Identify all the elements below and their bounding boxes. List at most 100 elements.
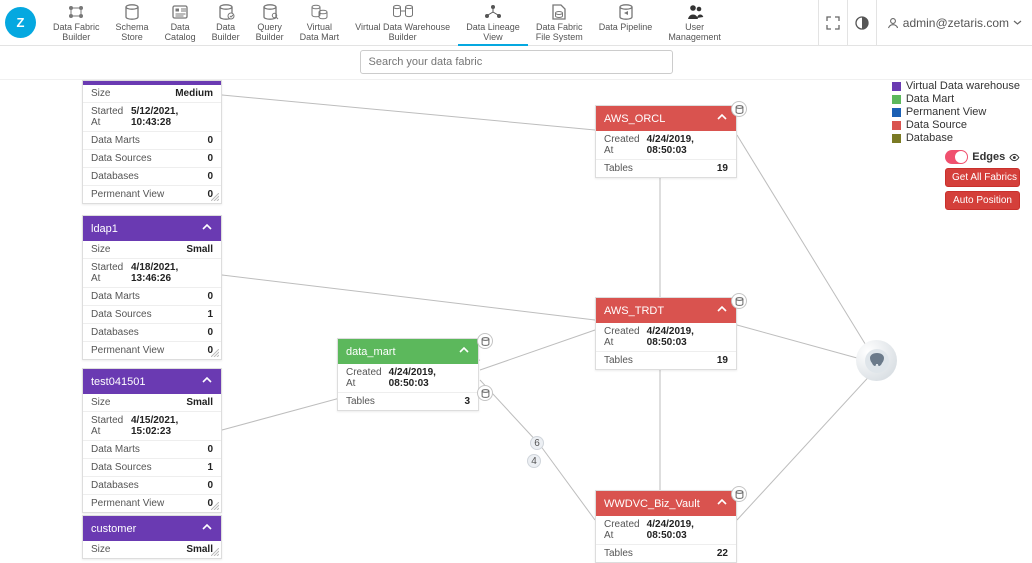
node-data-source[interactable]: WWDVC_Biz_VaultCreated At4/24/2019, 08:5… <box>595 490 737 563</box>
collapse-icon[interactable] <box>458 344 470 359</box>
nav-icon <box>536 2 583 22</box>
lineage-canvas[interactable]: Virtual Data warehouseData MartPermanent… <box>0 80 1032 557</box>
nav-item[interactable]: Data Pipeline <box>591 0 661 46</box>
node-header[interactable]: data_mart <box>338 339 478 364</box>
node-data-source[interactable]: AWS_ORCLCreated At4/24/2019, 08:50:03Tab… <box>595 105 737 178</box>
node-title: data_mart <box>346 346 396 358</box>
node-data-mart[interactable]: data_mart Created At4/24/2019, 08:50:03 … <box>337 338 479 411</box>
row-value: 4/15/2021, 15:02:23 <box>131 415 213 437</box>
node-virtual-warehouse[interactable]: customerSizeSmall <box>82 515 222 559</box>
db-handle-icon[interactable] <box>731 101 747 117</box>
node-virtual-warehouse[interactable]: ldap1SizeSmallStarted At4/18/2021, 13:46… <box>82 215 222 360</box>
nav-item[interactable]: QueryBuilder <box>248 0 292 46</box>
collapse-icon[interactable] <box>716 111 728 126</box>
row-value: 4/24/2019, 08:50:03 <box>647 134 728 156</box>
nav-item[interactable]: Data FabricBuilder <box>45 0 108 46</box>
row-key: Size <box>91 397 110 408</box>
nav-item[interactable]: DataCatalog <box>157 0 204 46</box>
nav-label: Virtual Data WarehouseBuilder <box>355 22 450 43</box>
legend-label: Data Source <box>906 119 967 131</box>
collapse-icon[interactable] <box>201 374 213 389</box>
nav-label: VirtualData Mart <box>300 22 340 43</box>
edge-count-badge: 6 <box>530 436 544 450</box>
nav-icon <box>256 2 284 22</box>
nav-label: Data FabricFile System <box>536 22 583 43</box>
nav-item[interactable]: UserManagement <box>660 0 729 46</box>
node-virtual-warehouse[interactable]: SizeMediumStarted At5/12/2021, 10:43:28D… <box>82 80 222 204</box>
collapse-icon[interactable] <box>716 496 728 511</box>
legend-item: Virtual Data warehouse <box>892 80 1020 92</box>
node-data-source[interactable]: AWS_TRDTCreated At4/24/2019, 08:50:03Tab… <box>595 297 737 370</box>
switch-icon <box>945 150 968 164</box>
row-key: Databases <box>91 327 139 338</box>
user-menu[interactable]: admin@zetaris.com <box>877 16 1032 30</box>
nav-icon <box>355 2 450 22</box>
edge-count-badge: 4 <box>527 454 541 468</box>
resize-handle-icon[interactable] <box>211 548 219 556</box>
edges-toggle[interactable]: Edges <box>945 150 1020 164</box>
nav-item[interactable]: DataBuilder <box>204 0 248 46</box>
nav-item[interactable]: Data LineageView <box>458 0 528 46</box>
fullscreen-icon[interactable] <box>819 9 847 37</box>
collapse-icon[interactable] <box>201 521 213 536</box>
collapse-icon[interactable] <box>201 221 213 236</box>
node-header[interactable]: ldap1 <box>83 216 221 241</box>
nav-items: Data FabricBuilder SchemaStore DataCatalog… <box>45 0 729 46</box>
nav-label: Data FabricBuilder <box>53 22 100 43</box>
row-value: Medium <box>175 88 213 99</box>
db-handle-icon[interactable] <box>477 385 493 401</box>
legend-item: Permanent View <box>892 106 1020 118</box>
legend-label: Database <box>906 132 953 144</box>
row-key: Data Sources <box>91 153 152 164</box>
node-header[interactable]: customer <box>83 516 221 541</box>
table-row: SizeSmall <box>83 394 221 411</box>
node-header[interactable]: test041501 <box>83 369 221 394</box>
db-handle-icon[interactable] <box>731 486 747 502</box>
nav-label: Data LineageView <box>466 22 520 43</box>
row-key: Data Sources <box>91 462 152 473</box>
chevron-down-icon <box>1013 18 1022 27</box>
table-row: Created At4/24/2019, 08:50:03 <box>338 364 478 392</box>
db-handle-icon[interactable] <box>731 293 747 309</box>
table-row: SizeSmall <box>83 241 221 258</box>
nav-label: QueryBuilder <box>256 22 284 43</box>
collapse-icon[interactable] <box>716 303 728 318</box>
nav-item[interactable]: VirtualData Mart <box>292 0 348 46</box>
db-handle-icon[interactable] <box>477 333 493 349</box>
theme-toggle-icon[interactable] <box>848 9 876 37</box>
nav-label: SchemaStore <box>116 22 149 43</box>
nav-item[interactable]: Virtual Data WarehouseBuilder <box>347 0 458 46</box>
row-key: Size <box>91 88 110 99</box>
auto-position-button[interactable]: Auto Position <box>945 191 1020 210</box>
resize-handle-icon[interactable] <box>211 193 219 201</box>
row-key: Permenant View <box>91 189 164 200</box>
row-key: Data Marts <box>91 291 140 302</box>
node-header[interactable]: WWDVC_Biz_Vault <box>596 491 736 516</box>
row-value: 22 <box>717 548 728 559</box>
get-all-fabrics-button[interactable]: Get All Fabrics <box>945 168 1020 187</box>
row-value: 19 <box>717 355 728 366</box>
row-value: 5/12/2021, 10:43:28 <box>131 106 213 128</box>
nav-icon <box>466 2 520 22</box>
table-row: Created At4/24/2019, 08:50:03 <box>596 323 736 351</box>
node-header[interactable]: AWS_ORCL <box>596 106 736 131</box>
legend-item: Data Mart <box>892 93 1020 105</box>
nav-item[interactable]: Data FabricFile System <box>528 0 591 46</box>
database-node[interactable] <box>856 340 897 381</box>
table-row: Permenant View0 <box>83 341 221 359</box>
nav-item[interactable]: SchemaStore <box>108 0 157 46</box>
node-header[interactable]: AWS_TRDT <box>596 298 736 323</box>
table-row: Tables3 <box>338 392 478 410</box>
resize-handle-icon[interactable] <box>211 502 219 510</box>
row-value: 4/24/2019, 08:50:03 <box>647 326 728 348</box>
legend-label: Data Mart <box>906 93 954 105</box>
table-row: Data Sources1 <box>83 305 221 323</box>
resize-handle-icon[interactable] <box>211 349 219 357</box>
search-input[interactable] <box>360 50 673 74</box>
eye-icon <box>1009 153 1020 162</box>
table-row: Tables22 <box>596 544 736 562</box>
row-value: 0 <box>207 291 213 302</box>
table-row: Databases0 <box>83 167 221 185</box>
node-virtual-warehouse[interactable]: test041501SizeSmall Started At4/15/2021, … <box>82 368 222 513</box>
row-key: Started At <box>91 415 131 437</box>
